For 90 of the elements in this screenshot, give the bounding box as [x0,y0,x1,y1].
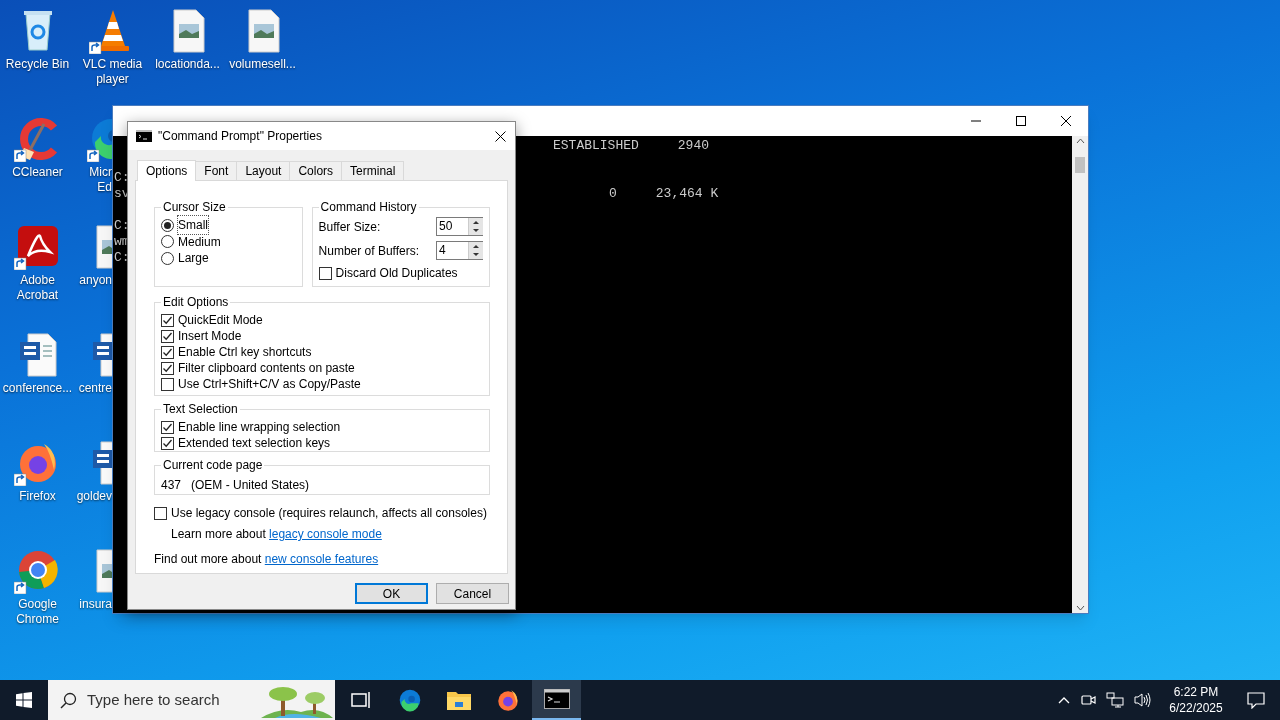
tab[interactable]: Layout [236,161,291,180]
help-text: Find out more about [154,552,263,566]
desktop-icon-label[interactable]: anyon [76,273,112,288]
desktop-icon-label[interactable]: locationda... [150,57,225,72]
checkbox[interactable] [161,313,174,327]
volume-icon[interactable] [1134,692,1152,708]
close-icon[interactable] [494,130,506,142]
dialog-title: "Command Prompt" Properties [158,128,323,145]
dialog-button[interactable]: Cancel [436,583,509,604]
help-text: Learn more about [171,527,267,541]
search-icon [60,691,77,709]
tab[interactable]: Options [137,160,197,181]
spin-down-icon[interactable] [469,226,483,235]
checkbox[interactable] [161,345,174,359]
chevron-up-icon[interactable] [1058,696,1070,704]
checkbox-label[interactable]: Use legacy console (requires relaunch, affects all consoles) [171,504,487,522]
scrollbar[interactable] [1072,136,1088,613]
desktop-icon-label[interactable]: Micr Ed [76,165,112,195]
legacy-console-link[interactable]: legacy console mode [269,527,382,541]
group-title: Cursor Size [162,199,227,216]
desktop-icon-label[interactable]: Google Chrome [0,597,75,627]
notification-icon[interactable] [1247,691,1265,709]
radio-button[interactable] [161,218,174,232]
desktop-icon-label[interactable]: Adobe Acrobat [0,273,75,303]
desktop-icon-label[interactable]: VLC media player [75,57,150,87]
maximize-icon[interactable] [1015,116,1026,126]
search-field[interactable]: Type here to search [48,680,335,720]
radio-button[interactable] [161,235,174,249]
console-text: C: [114,170,130,185]
spin-up-icon[interactable] [469,242,483,250]
checkbox-label[interactable]: Discard Old Duplicates [335,264,458,282]
console-text: C: [114,250,130,265]
group-title: Command History [319,199,418,216]
checkbox[interactable] [154,506,167,520]
checkbox-label[interactable]: Insert Mode [178,327,242,345]
group-title: Current code page [162,457,264,474]
field-label: Number of Buffers: [318,242,420,260]
scrollbar-thumb[interactable] [1075,156,1085,173]
desktop-icon-label[interactable]: conference... [0,381,75,396]
group-title: Edit Options [162,294,230,311]
checkbox-label[interactable]: QuickEdit Mode [178,311,263,329]
desktop-icon-label[interactable]: centre [76,381,112,396]
checkbox-label[interactable]: Filter clipboard contents on paste [178,359,355,377]
terminal-icon [136,130,152,142]
console-text: 0 23,464 K [609,186,719,201]
checkbox[interactable] [161,377,174,391]
radio-label[interactable]: Small [178,216,208,235]
camera-icon[interactable] [1080,692,1096,708]
checkbox-label[interactable]: Extended text selection keys [178,434,331,452]
desktop-icon-label[interactable]: volumesell... [225,57,300,72]
spin-down-icon[interactable] [469,250,483,259]
checkbox[interactable] [318,266,332,280]
clock-date[interactable]: 6/22/2025 [1169,700,1223,716]
tab[interactable]: Terminal [341,161,405,180]
desktop-icon-label[interactable]: CCleaner [0,165,75,180]
console-features-link[interactable]: new console features [264,552,379,566]
desktop-icon-label[interactable]: Firefox [0,489,75,504]
scroll-down-icon[interactable] [1075,605,1085,611]
radio-button[interactable] [161,251,174,265]
group-title: Text Selection [162,401,239,418]
spin-up-icon[interactable] [469,218,483,226]
checkbox-label[interactable]: Use Ctrl+Shift+C/V as Copy/Paste [178,375,361,393]
radio-label[interactable]: Medium [178,232,221,251]
minimize-icon[interactable] [970,120,981,122]
checkbox[interactable] [161,361,174,375]
checkbox[interactable] [161,329,174,343]
desktop-icon-label[interactable]: insura [76,597,112,612]
taskbar-button[interactable] [532,680,581,720]
clock-time[interactable]: 6:22 PM [1173,684,1219,700]
field-label: Buffer Size: [318,218,381,236]
checkbox[interactable] [161,420,174,434]
close-icon[interactable] [1060,116,1071,126]
code-page-value: 437 (OEM - United States) [161,477,311,494]
desktop-icon-label[interactable]: Recycle Bin [0,57,75,72]
windows-logo-icon[interactable] [16,692,32,708]
network-icon[interactable] [1106,692,1124,708]
spin-box[interactable]: 4 [436,241,483,260]
checkbox-label[interactable]: Enable Ctrl key shortcuts [178,343,312,361]
desktop-icon-label[interactable]: goldev [76,489,112,504]
task-view-icon [350,691,371,709]
radio-label[interactable]: Large [178,249,209,268]
console-text: ESTABLISHED 2940 [553,138,710,153]
scroll-up-icon[interactable] [1075,138,1085,144]
checkbox-label[interactable]: Enable line wrapping selection [178,418,341,436]
checkbox[interactable] [161,436,174,450]
folder-icon [445,689,472,711]
console-text: C: [114,218,130,233]
spin-box[interactable]: 50 [436,217,483,236]
dialog-button[interactable]: OK [355,583,428,604]
terminal-icon [543,689,570,709]
